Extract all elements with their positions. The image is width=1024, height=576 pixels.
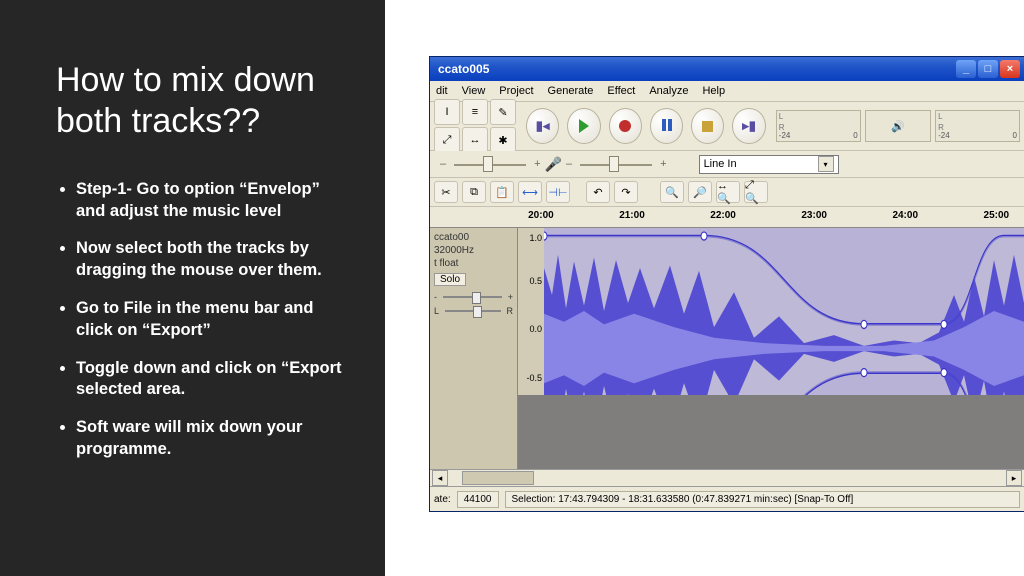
slide-title: How to mix down both tracks??	[56, 60, 349, 143]
minus-icon: –	[440, 158, 446, 170]
minus-icon: –	[566, 158, 572, 170]
meter-tick: 0	[853, 131, 857, 140]
ruler-tick: 20:00	[528, 210, 554, 221]
trim-button[interactable]: ⟷	[518, 181, 542, 203]
axis-tick: 0.0	[529, 324, 542, 334]
output-slider[interactable]	[454, 156, 526, 172]
skip-start-button[interactable]: ▮◂	[526, 108, 559, 144]
bullet: Go to File in the menu bar and click on …	[76, 298, 349, 342]
timeshift-tool-icon[interactable]: ↔	[462, 127, 488, 153]
play-button[interactable]	[567, 108, 600, 144]
project-rate[interactable]: 44100	[457, 491, 499, 508]
mic-icon: 🎤	[545, 156, 562, 173]
silence-button[interactable]: ⊣⊢	[546, 181, 570, 203]
multi-tool-icon[interactable]: ✱	[490, 127, 516, 153]
paste-button[interactable]: 📋	[490, 181, 514, 203]
axis-tick: 0.5	[529, 276, 542, 286]
transport-toolbar: I ≡ ✎ ⤢ ↔ ✱ ▮◂ ▸▮	[430, 102, 1024, 151]
chevron-down-icon: ▾	[818, 156, 834, 172]
pan-slider[interactable]: LR	[434, 306, 513, 316]
time-ruler[interactable]: 20:00 21:00 22:00 23:00 24:00 25:00	[518, 207, 1024, 228]
track-format: t float	[434, 258, 513, 269]
output-meter[interactable]: LR -240	[776, 110, 861, 142]
menu-help[interactable]: Help	[702, 85, 725, 97]
waveform-display[interactable]: 1.0 0.5 0.0 -0.5 -1.0	[518, 228, 1024, 469]
fit-selection-button[interactable]: ↔🔍	[716, 181, 740, 203]
tracks-area: ccato00 32000Hz t float Solo -+ LR 1.0 0…	[430, 228, 1024, 469]
menu-effect[interactable]: Effect	[607, 85, 635, 97]
minimize-button[interactable]: _	[956, 60, 976, 78]
gain-slider[interactable]: -+	[434, 292, 513, 302]
selection-readout: Selection: 17:43.794309 - 18:31.633580 (…	[505, 491, 1021, 508]
zoom-out-button[interactable]: 🔎	[688, 181, 712, 203]
bullet: Toggle down and click on “Export selecte…	[76, 358, 349, 402]
input-slider[interactable]	[580, 156, 652, 172]
solo-button[interactable]: Solo	[434, 273, 466, 286]
audacity-window: ccato005 _ □ × dit View Project Generate…	[429, 56, 1024, 512]
bullet: Soft ware will mix down your programme.	[76, 417, 349, 461]
window-title: ccato005	[434, 62, 489, 76]
input-source-select[interactable]: Line In ▾	[699, 155, 839, 174]
scroll-thumb[interactable]	[462, 471, 534, 485]
plus-icon: +	[534, 158, 540, 170]
ruler-tick: 25:00	[984, 210, 1010, 221]
slide-text-panel: How to mix down both tracks?? Step-1- Go…	[0, 0, 385, 576]
meter-tick: -24	[938, 131, 950, 140]
input-meter[interactable]: LR -240	[935, 110, 1020, 142]
slide-bullets: Step-1- Go to option “Envelop” and adjus…	[56, 179, 349, 461]
meter-tick: 0	[1013, 131, 1017, 140]
close-button[interactable]: ×	[1000, 60, 1020, 78]
menu-bar: dit View Project Generate Effect Analyze…	[430, 81, 1024, 102]
mixer-toolbar: – + 🎤 – + Line In ▾	[430, 151, 1024, 178]
scroll-left-button[interactable]: ◂	[432, 470, 448, 486]
axis-tick: -0.5	[526, 373, 542, 383]
rate-label: ate:	[434, 494, 451, 505]
meter-tick: -24	[779, 131, 791, 140]
track-panel[interactable]: ccato00 32000Hz t float Solo -+ LR	[430, 228, 518, 469]
pause-button[interactable]	[650, 108, 683, 144]
track-name: ccato00	[434, 232, 513, 243]
empty-track-space	[518, 395, 1024, 469]
track-rate: 32000Hz	[434, 245, 513, 256]
maximize-button[interactable]: □	[978, 60, 998, 78]
menu-generate[interactable]: Generate	[548, 85, 594, 97]
copy-button[interactable]: ⧉	[462, 181, 486, 203]
ruler-tick: 22:00	[710, 210, 736, 221]
window-titlebar[interactable]: ccato005 _ □ ×	[430, 57, 1024, 81]
status-bar: ate: 44100 Selection: 17:43.794309 - 18:…	[430, 486, 1024, 511]
menu-analyze[interactable]: Analyze	[649, 85, 688, 97]
undo-button[interactable]: ↶	[586, 181, 610, 203]
edit-toolbar: ✂ ⧉ 📋 ⟷ ⊣⊢ ↶ ↷ 🔍 🔎 ↔🔍 ⤢🔍	[430, 178, 1024, 207]
scroll-right-button[interactable]: ▸	[1006, 470, 1022, 486]
draw-tool-icon[interactable]: ✎	[490, 99, 516, 125]
bullet: Step-1- Go to option “Envelop” and adjus…	[76, 179, 349, 223]
menu-project[interactable]: Project	[499, 85, 533, 97]
selection-tool-icon[interactable]: I	[434, 99, 460, 125]
stop-button[interactable]	[691, 108, 724, 144]
horizontal-scrollbar[interactable]: ◂ ▸	[430, 469, 1024, 486]
menu-view[interactable]: View	[462, 85, 486, 97]
ruler-tick: 24:00	[892, 210, 918, 221]
axis-tick: 1.0	[529, 233, 542, 243]
speaker-icon: 🔊	[891, 120, 905, 133]
skip-end-button[interactable]: ▸▮	[732, 108, 765, 144]
plus-icon: +	[660, 158, 666, 170]
cut-button[interactable]: ✂	[434, 181, 458, 203]
bullet: Now select both the tracks by dragging t…	[76, 238, 349, 282]
menu-edit[interactable]: dit	[436, 85, 448, 97]
envelope-tool-icon[interactable]: ≡	[462, 99, 488, 125]
redo-button[interactable]: ↷	[614, 181, 638, 203]
output-volume[interactable]: 🔊	[865, 110, 931, 142]
ruler-tick: 23:00	[801, 210, 827, 221]
record-button[interactable]	[609, 108, 642, 144]
zoom-in-button[interactable]: 🔍	[660, 181, 684, 203]
fit-project-button[interactable]: ⤢🔍	[744, 181, 768, 203]
input-source-value: Line In	[704, 158, 737, 170]
ruler-tick: 21:00	[619, 210, 645, 221]
zoom-tool-icon[interactable]: ⤢	[434, 127, 460, 153]
